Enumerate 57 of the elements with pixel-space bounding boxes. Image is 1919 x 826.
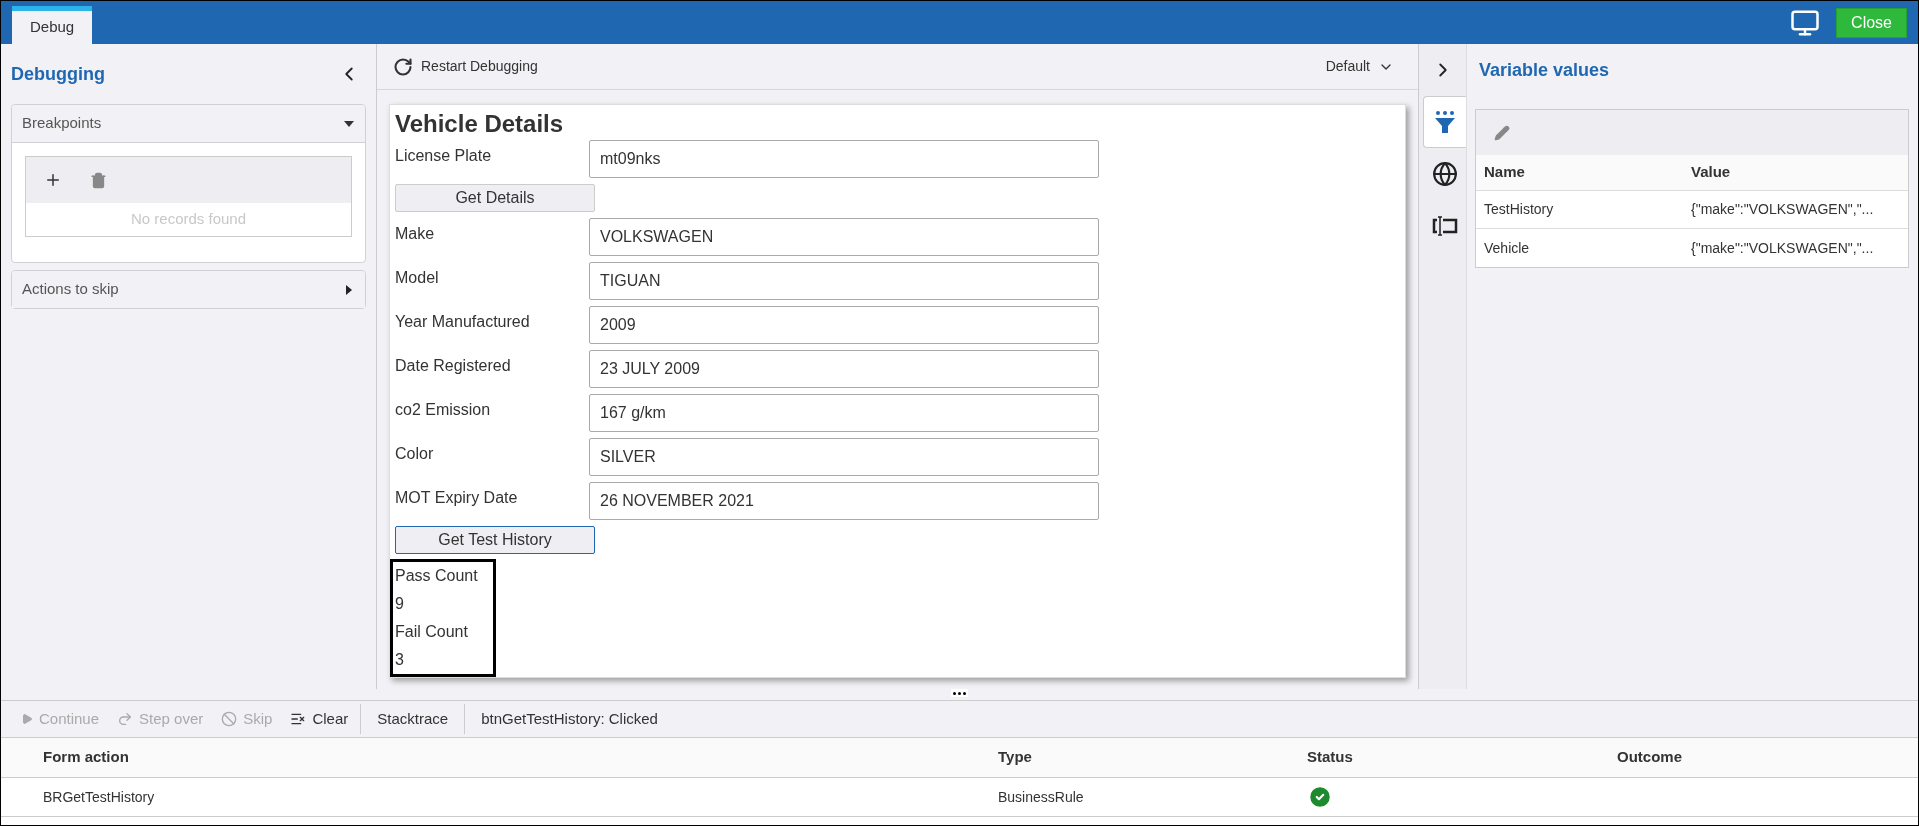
restart-button[interactable]: Restart Debugging [393,56,538,77]
text-field[interactable]: 23 JULY 2009 [589,350,1099,388]
output-text: Pass Count [395,566,479,586]
field-label: Make [395,224,436,244]
table-cell-text: BRGetTestHistory [42,787,156,807]
form-button[interactable]: Get Details [395,184,595,212]
table-cell-text: TestHistory [1483,200,1555,219]
output-text: 3 [395,650,405,670]
form-title: Vehicle Details [395,109,565,139]
field-label: License Plate [395,146,493,166]
field-label: MOT Expiry Date [395,488,519,508]
accordion-header[interactable]: Actions to skip [12,271,365,308]
restart-icon [393,56,413,77]
field-label: Model [395,268,440,288]
table-cell-text: {"make":"VOLKSWAGEN","... [1691,200,1875,219]
field-label: Year Manufactured [395,312,531,332]
text-cursor-icon [1431,216,1458,236]
globe-icon [1431,161,1458,187]
table-cell-text: {"make":"VOLKSWAGEN","... [1691,238,1875,258]
text-field[interactable]: TIGUAN [589,262,1099,300]
column-header: Status [1307,747,1354,768]
play-icon [21,713,33,725]
pencil-icon[interactable] [1494,124,1510,141]
text-field[interactable]: 26 NOVEMBER 2021 [589,482,1099,520]
filter-icon [1433,110,1457,134]
text-field[interactable]: 2009 [589,306,1099,344]
toolbar-button[interactable]: Clear [290,707,349,731]
text-field[interactable]: SILVER [589,438,1099,476]
text-field[interactable]: 167 g/km [589,394,1099,432]
column-header: Outcome [1617,747,1683,768]
table-cell-text: BusinessRule [998,787,1085,807]
add-icon[interactable] [44,171,62,189]
column-header: Name [1483,162,1526,183]
trash-icon[interactable] [90,171,107,189]
column-header: Form action [42,747,130,768]
accordion-header[interactable]: Breakpoints [12,105,365,142]
output-text: 9 [395,594,405,614]
step-over-icon [117,711,134,727]
event-text: btnGetTestHistory: Clicked [480,708,659,729]
view-dropdown[interactable]: Default [1325,56,1394,77]
splitter-handle-icon[interactable] [951,689,968,697]
field-label: co2 Emission [395,400,492,420]
text-field[interactable]: VOLKSWAGEN [589,218,1099,256]
table-cell-text: Vehicle [1483,238,1531,258]
form-button[interactable]: Get Test History [395,526,595,554]
field-label: Date Registered [395,356,512,376]
stacktrace-button[interactable]: Stacktrace [361,707,465,731]
tab[interactable]: Debug [12,6,93,44]
prohibited-icon [221,711,238,727]
output-text: Fail Count [395,622,469,642]
clear-list-icon [290,711,307,727]
column-header: Value [1691,162,1732,183]
column-header: Type [998,747,1033,768]
panel-title: Variable values [1478,58,1610,82]
field-label: Color [395,444,435,464]
text-field[interactable]: mt09nks [589,140,1099,178]
panel-title: Debugging [11,62,105,86]
